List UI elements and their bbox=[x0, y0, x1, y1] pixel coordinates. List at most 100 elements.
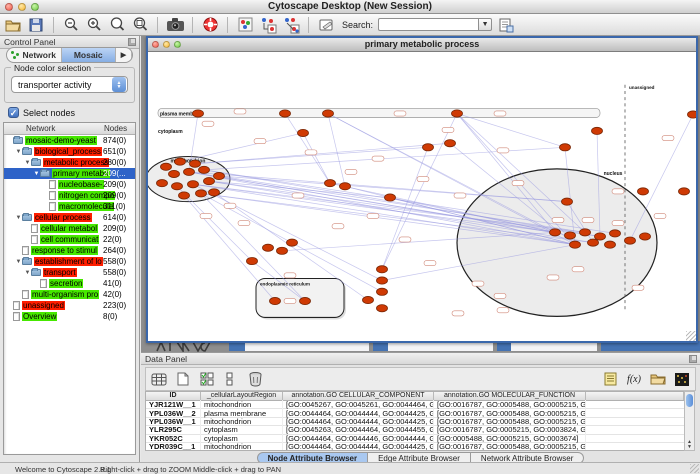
graph-node[interactable] bbox=[377, 288, 388, 295]
tree-row[interactable]: macromolecule311(0) bbox=[4, 201, 135, 212]
open-file-icon[interactable] bbox=[4, 16, 22, 33]
graph-node[interactable] bbox=[340, 183, 351, 190]
graph-edge[interactable] bbox=[195, 143, 450, 163]
graph-edge[interactable] bbox=[303, 133, 330, 183]
function-builder-icon[interactable]: f(x) bbox=[625, 370, 643, 388]
expander-icon[interactable]: ▼ bbox=[15, 259, 22, 265]
tree-row[interactable]: ▼metabolic process280(0) bbox=[4, 157, 135, 168]
window-resize-grip[interactable] bbox=[686, 331, 696, 341]
graph-edge[interactable] bbox=[328, 113, 345, 186]
table-column-header[interactable]: _cellularLayoutRegion bbox=[201, 392, 283, 400]
graph-node[interactable] bbox=[169, 170, 180, 177]
graph-node[interactable] bbox=[196, 190, 207, 197]
graph-node[interactable] bbox=[588, 239, 599, 246]
graph-node[interactable] bbox=[325, 180, 336, 187]
attribute-matrix-icon[interactable] bbox=[150, 370, 168, 388]
graph-node[interactable] bbox=[592, 127, 603, 134]
table-column-header[interactable]: annotation.GO MOLECULAR_FUNCTION bbox=[434, 392, 586, 400]
graph-node[interactable] bbox=[445, 140, 456, 147]
graph-node[interactable] bbox=[625, 237, 636, 244]
graph-node[interactable] bbox=[263, 244, 274, 251]
table-vscrollbar[interactable]: ▲▼ bbox=[684, 391, 695, 451]
graph-node[interactable] bbox=[385, 194, 396, 201]
graph-node[interactable] bbox=[157, 180, 168, 187]
layout-attribute-icon[interactable] bbox=[282, 16, 300, 33]
graph-node[interactable] bbox=[209, 189, 220, 196]
graph-node[interactable] bbox=[172, 183, 183, 190]
graph-node[interactable] bbox=[363, 296, 374, 303]
graph-node[interactable] bbox=[570, 241, 581, 248]
graph-node[interactable] bbox=[610, 230, 621, 237]
graph-node[interactable] bbox=[298, 129, 309, 136]
graph-node[interactable] bbox=[247, 257, 258, 264]
graph-node[interactable] bbox=[270, 297, 281, 304]
tree-row[interactable]: ▼primary metabo209(... bbox=[4, 168, 135, 179]
table-cell[interactable]: [GO:0044464, GO:0044444, GO:0044425, G..… bbox=[283, 442, 434, 451]
graph-node[interactable] bbox=[452, 110, 463, 117]
notepad-icon[interactable] bbox=[601, 370, 619, 388]
table-vscroll-arrows[interactable]: ▲▼ bbox=[685, 440, 694, 450]
vizmapper-icon[interactable] bbox=[236, 16, 254, 33]
graph-node[interactable] bbox=[605, 241, 616, 248]
graph-node[interactable] bbox=[565, 232, 576, 239]
zoom-fit-icon[interactable] bbox=[131, 16, 149, 33]
import-folder-icon[interactable] bbox=[649, 370, 667, 388]
layout-spring-icon[interactable] bbox=[259, 16, 277, 33]
attribute-browser-icon[interactable] bbox=[497, 16, 515, 33]
graph-node[interactable] bbox=[193, 110, 204, 117]
expander-icon[interactable]: ▼ bbox=[15, 149, 22, 155]
graph-node[interactable] bbox=[175, 158, 186, 165]
network-canvas[interactable]: plasma membrane cytoplasm mitochondrion … bbox=[148, 52, 696, 341]
tree-row[interactable]: Overview8(0) bbox=[4, 311, 135, 322]
graph-node[interactable] bbox=[199, 166, 210, 173]
table-cell[interactable]: mitochondrion bbox=[201, 442, 283, 451]
table-column-header[interactable]: annotation.GO CELLULAR_COMPONENT bbox=[283, 392, 434, 400]
expander-icon[interactable]: ▼ bbox=[24, 270, 31, 276]
tree-row[interactable]: nucleobase-209(0) bbox=[4, 179, 135, 190]
save-icon[interactable] bbox=[27, 16, 45, 33]
expander-icon[interactable]: ▼ bbox=[33, 171, 40, 177]
graph-node[interactable] bbox=[377, 266, 388, 273]
float-data-panel-icon[interactable] bbox=[689, 355, 697, 363]
table-cell[interactable]: YDR039C__1 bbox=[146, 442, 201, 451]
tree-row[interactable]: unassigned223(0) bbox=[4, 300, 135, 311]
help-icon[interactable] bbox=[201, 16, 219, 33]
graph-edge[interactable] bbox=[630, 115, 693, 241]
float-panel-icon[interactable] bbox=[128, 38, 136, 46]
tree-row[interactable]: nitrogen compo209(0) bbox=[4, 190, 135, 201]
graph-node[interactable] bbox=[679, 188, 690, 195]
expander-icon[interactable]: ▼ bbox=[15, 215, 22, 221]
search-input[interactable] bbox=[378, 18, 478, 31]
tab-network[interactable]: Network bbox=[7, 48, 62, 62]
graph-node[interactable] bbox=[423, 144, 434, 151]
app-resize-grip[interactable] bbox=[690, 464, 699, 473]
graph-edge[interactable] bbox=[285, 113, 330, 183]
tree-row[interactable]: cellular metabol209(0) bbox=[4, 223, 135, 234]
zoom-in-icon[interactable] bbox=[85, 16, 103, 33]
select-nodes-checkbox[interactable]: ✓ bbox=[8, 107, 19, 118]
graph-node[interactable] bbox=[179, 192, 190, 199]
tree-row[interactable]: multi-organism pro42(0) bbox=[4, 289, 135, 300]
node-color-dropdown[interactable]: transporter activity ▲▼ bbox=[11, 76, 128, 93]
table-cell[interactable]: [GO:0016787, GO:0005488, GO:0005215, G..… bbox=[434, 442, 586, 451]
graph-edge[interactable] bbox=[382, 113, 457, 269]
graph-node[interactable] bbox=[377, 305, 388, 312]
delete-attribute-icon[interactable] bbox=[246, 370, 264, 388]
tree-row[interactable]: response to stimul264(0) bbox=[4, 245, 135, 256]
zoom-selected-icon[interactable] bbox=[108, 16, 126, 33]
table-row[interactable]: YDR039C__1mitochondrion[GO:0044464, GO:0… bbox=[146, 443, 684, 451]
tree-row[interactable]: ▼cellular process614(0) bbox=[4, 212, 135, 223]
graph-edge[interactable] bbox=[193, 184, 382, 280]
table-column-header[interactable]: ID bbox=[146, 392, 201, 400]
search-dropdown-button[interactable]: ▼ bbox=[478, 18, 492, 31]
network-view-titlebar[interactable]: primary metabolic process bbox=[148, 38, 696, 52]
tree-row[interactable]: cell communicat22(0) bbox=[4, 234, 135, 245]
matrix-view-icon[interactable] bbox=[673, 370, 691, 388]
tab-overflow-button[interactable]: ▶ bbox=[116, 48, 132, 62]
graph-node[interactable] bbox=[562, 198, 573, 205]
graph-node[interactable] bbox=[560, 144, 571, 151]
graph-node[interactable] bbox=[184, 168, 195, 175]
graph-node[interactable] bbox=[161, 163, 172, 170]
graph-node[interactable] bbox=[280, 110, 291, 117]
graph-node[interactable] bbox=[638, 188, 649, 195]
